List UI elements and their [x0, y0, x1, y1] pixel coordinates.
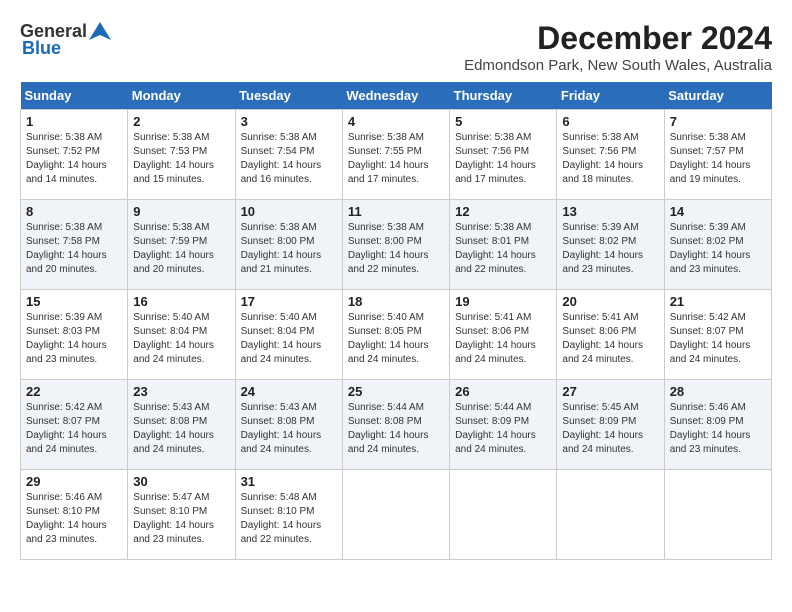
calendar-header-row: Sunday Monday Tuesday Wednesday Thursday… [21, 82, 772, 110]
table-row: 3Sunrise: 5:38 AMSunset: 7:54 PMDaylight… [235, 110, 342, 200]
month-title: December 2024 [464, 20, 772, 57]
header-friday: Friday [557, 82, 664, 110]
header-monday: Monday [128, 82, 235, 110]
table-row: 25Sunrise: 5:44 AMSunset: 8:08 PMDayligh… [342, 380, 449, 470]
page-header: General Blue December 2024 Edmondson Par… [20, 20, 772, 74]
logo-bird-icon [89, 20, 111, 42]
table-row: 28Sunrise: 5:46 AMSunset: 8:09 PMDayligh… [664, 380, 771, 470]
table-row: 4Sunrise: 5:38 AMSunset: 7:55 PMDaylight… [342, 110, 449, 200]
table-row: 22Sunrise: 5:42 AMSunset: 8:07 PMDayligh… [21, 380, 128, 470]
table-row: 9Sunrise: 5:38 AMSunset: 7:59 PMDaylight… [128, 200, 235, 290]
header-sunday: Sunday [21, 82, 128, 110]
table-row: 29Sunrise: 5:46 AMSunset: 8:10 PMDayligh… [21, 470, 128, 560]
table-row: 15Sunrise: 5:39 AMSunset: 8:03 PMDayligh… [21, 290, 128, 380]
table-row: 5Sunrise: 5:38 AMSunset: 7:56 PMDaylight… [450, 110, 557, 200]
table-row: 24Sunrise: 5:43 AMSunset: 8:08 PMDayligh… [235, 380, 342, 470]
table-row: 6Sunrise: 5:38 AMSunset: 7:56 PMDaylight… [557, 110, 664, 200]
header-saturday: Saturday [664, 82, 771, 110]
table-row [342, 470, 449, 560]
table-row: 26Sunrise: 5:44 AMSunset: 8:09 PMDayligh… [450, 380, 557, 470]
table-row: 7Sunrise: 5:38 AMSunset: 7:57 PMDaylight… [664, 110, 771, 200]
table-row: 27Sunrise: 5:45 AMSunset: 8:09 PMDayligh… [557, 380, 664, 470]
table-row: 16Sunrise: 5:40 AMSunset: 8:04 PMDayligh… [128, 290, 235, 380]
table-row [450, 470, 557, 560]
header-thursday: Thursday [450, 82, 557, 110]
table-row: 11Sunrise: 5:38 AMSunset: 8:00 PMDayligh… [342, 200, 449, 290]
table-row [664, 470, 771, 560]
table-row: 23Sunrise: 5:43 AMSunset: 8:08 PMDayligh… [128, 380, 235, 470]
location-title: Edmondson Park, New South Wales, Austral… [464, 57, 772, 74]
table-row: 12Sunrise: 5:38 AMSunset: 8:01 PMDayligh… [450, 200, 557, 290]
table-row: 2Sunrise: 5:38 AMSunset: 7:53 PMDaylight… [128, 110, 235, 200]
header-tuesday: Tuesday [235, 82, 342, 110]
logo-blue-text: Blue [22, 38, 61, 59]
table-row: 14Sunrise: 5:39 AMSunset: 8:02 PMDayligh… [664, 200, 771, 290]
table-row: 13Sunrise: 5:39 AMSunset: 8:02 PMDayligh… [557, 200, 664, 290]
table-row: 21Sunrise: 5:42 AMSunset: 8:07 PMDayligh… [664, 290, 771, 380]
table-row: 10Sunrise: 5:38 AMSunset: 8:00 PMDayligh… [235, 200, 342, 290]
table-row: 19Sunrise: 5:41 AMSunset: 8:06 PMDayligh… [450, 290, 557, 380]
table-row: 30Sunrise: 5:47 AMSunset: 8:10 PMDayligh… [128, 470, 235, 560]
table-row: 31Sunrise: 5:48 AMSunset: 8:10 PMDayligh… [235, 470, 342, 560]
table-row: 1Sunrise: 5:38 AMSunset: 7:52 PMDaylight… [21, 110, 128, 200]
table-row: 17Sunrise: 5:40 AMSunset: 8:04 PMDayligh… [235, 290, 342, 380]
table-row [557, 470, 664, 560]
calendar-table: Sunday Monday Tuesday Wednesday Thursday… [20, 82, 772, 560]
header-wednesday: Wednesday [342, 82, 449, 110]
logo: General Blue [20, 20, 111, 59]
title-area: December 2024 Edmondson Park, New South … [464, 20, 772, 74]
table-row: 8Sunrise: 5:38 AMSunset: 7:58 PMDaylight… [21, 200, 128, 290]
table-row: 18Sunrise: 5:40 AMSunset: 8:05 PMDayligh… [342, 290, 449, 380]
table-row: 20Sunrise: 5:41 AMSunset: 8:06 PMDayligh… [557, 290, 664, 380]
